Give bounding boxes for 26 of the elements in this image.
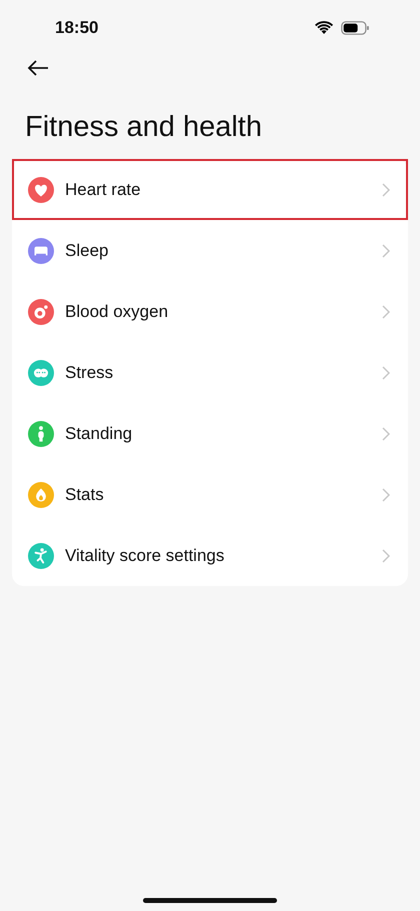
settings-item[interactable]: Stats bbox=[12, 464, 408, 525]
chevron-icon bbox=[382, 244, 390, 258]
settings-item[interactable]: Heart rate bbox=[12, 159, 408, 220]
item-label: Standing bbox=[65, 424, 134, 444]
item-label: Stats bbox=[65, 484, 105, 504]
settings-item[interactable]: Blood oxygen bbox=[12, 281, 408, 342]
settings-item[interactable]: Vitality score settings bbox=[12, 525, 408, 586]
chevron-icon bbox=[382, 548, 390, 562]
item-label: Heart rate bbox=[65, 180, 142, 200]
chevron-icon bbox=[382, 426, 390, 440]
chevron-icon bbox=[382, 366, 390, 380]
status-time: 18:50 bbox=[55, 18, 98, 38]
battery-icon bbox=[341, 21, 370, 35]
settings-item[interactable]: Stress bbox=[12, 342, 408, 403]
settings-item[interactable]: Standing bbox=[12, 403, 408, 464]
item-label: Vitality score settings bbox=[65, 546, 226, 566]
item-label: Sleep bbox=[65, 240, 110, 260]
item-label: Stress bbox=[65, 362, 114, 382]
chevron-icon bbox=[382, 182, 390, 196]
chevron-icon bbox=[382, 304, 390, 318]
page-title: Fitness and health bbox=[25, 110, 263, 144]
chevron-icon bbox=[382, 488, 390, 502]
item-label: Blood oxygen bbox=[65, 302, 170, 322]
settings-item[interactable]: Sleep bbox=[12, 220, 408, 281]
back-button[interactable] bbox=[27, 60, 49, 76]
wifi-icon bbox=[315, 21, 333, 35]
